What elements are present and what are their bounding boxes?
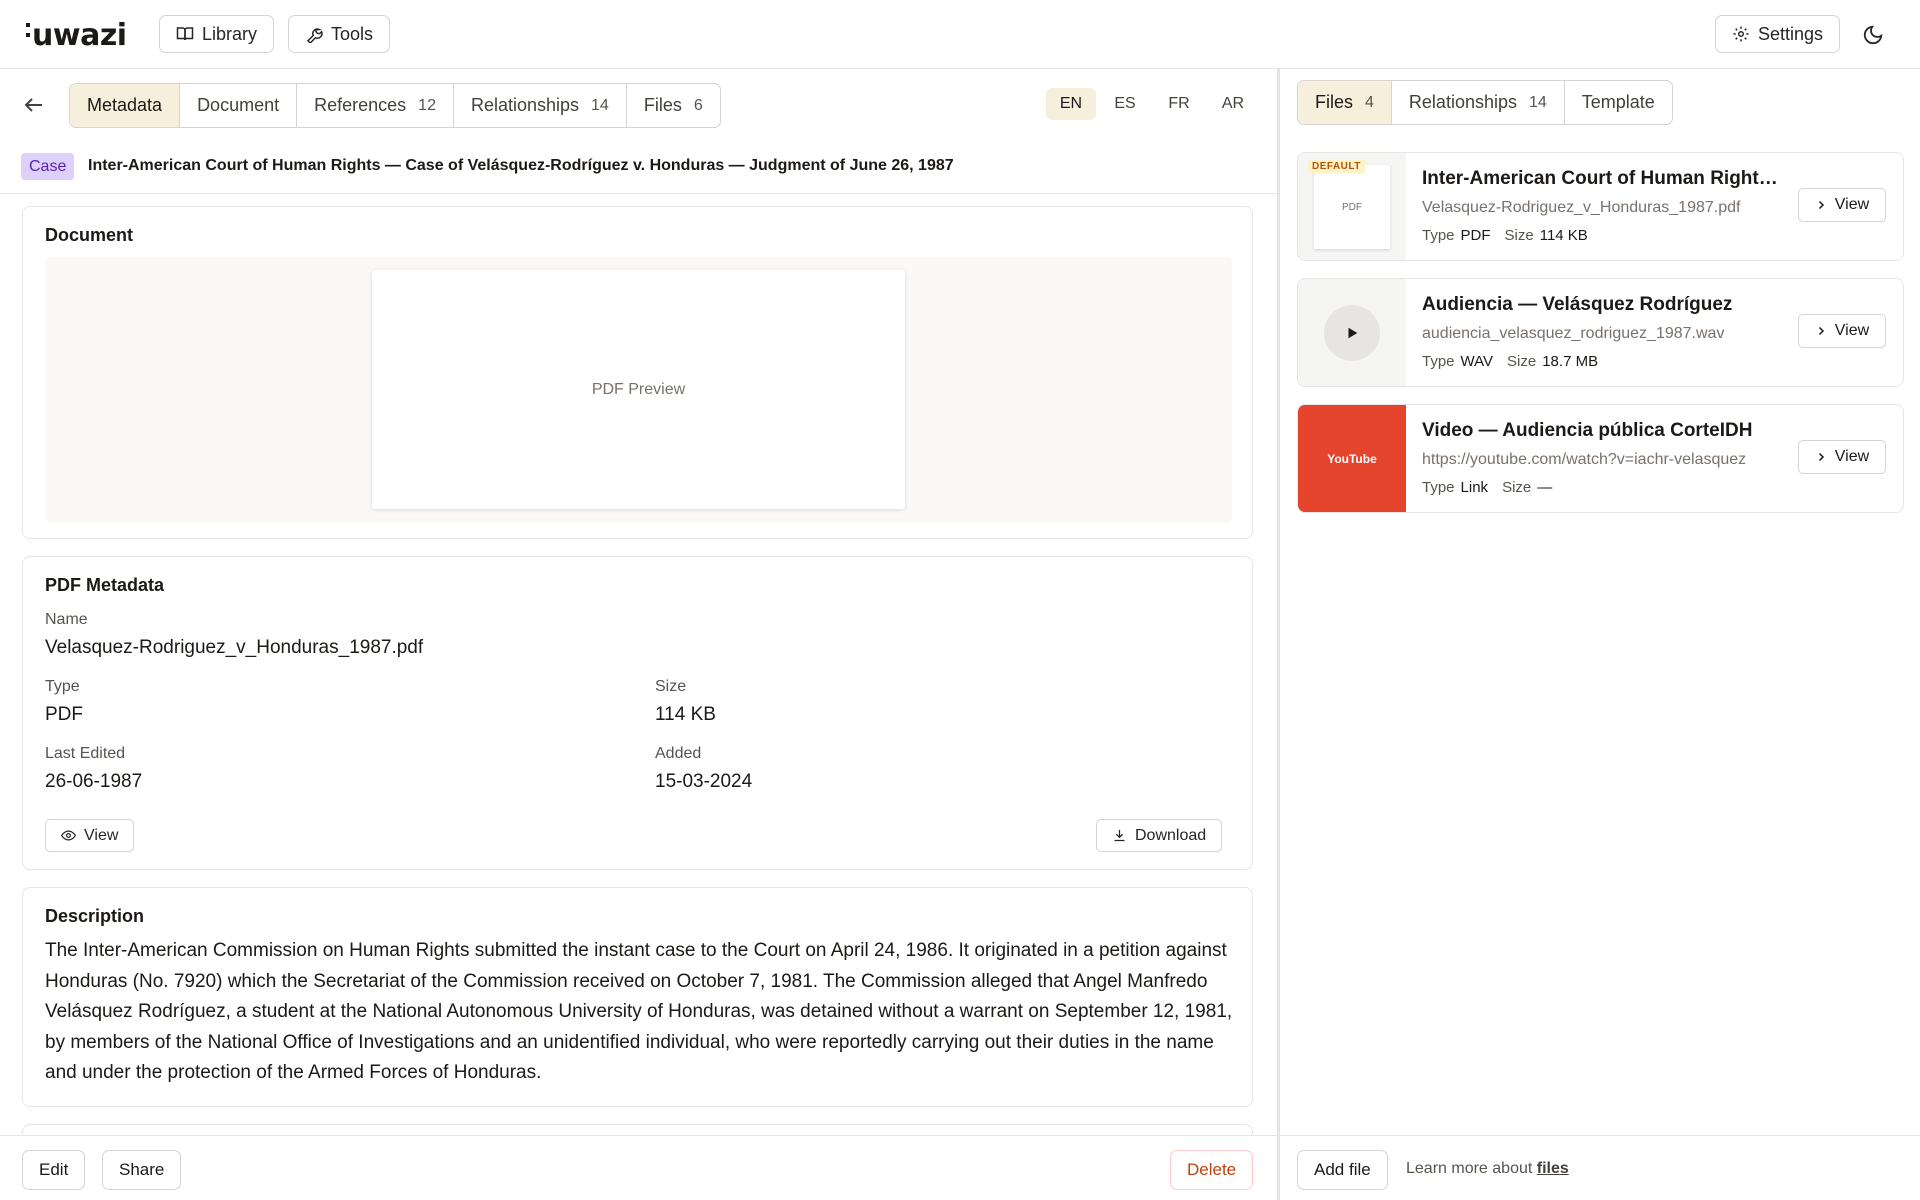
name-value: Velasquez-Rodriguez_v_Honduras_1987.pdf (45, 637, 424, 658)
tab-references[interactable]: References 12 (297, 84, 454, 127)
entity-title-bar: Case Inter-American Court of Human Right… (0, 145, 1277, 194)
lang-en[interactable]: EN (1046, 88, 1096, 120)
file-view-button[interactable]: View (1798, 440, 1886, 474)
tab-sidepanel-files[interactable]: Files 4 (1298, 81, 1392, 124)
file-card-pdf: DEFAULT PDF Inter-American Court of Huma… (1297, 152, 1904, 261)
file-thumbnail (1298, 279, 1406, 386)
file-meta: Type WAV Size 18.7 MB (1422, 353, 1599, 370)
relationships-count: 14 (591, 96, 609, 114)
file-filename: https://youtube.com/watch?v=iachr-velasq… (1422, 451, 1747, 468)
document-card: Document PDF Preview (22, 206, 1253, 539)
added-label: Added (655, 745, 702, 762)
added-value: 15-03-2024 (655, 771, 753, 792)
file-filename: Velasquez-Rodriguez_v_Honduras_1987.pdf (1422, 199, 1741, 216)
file-meta: Type PDF Size 114 KB (1422, 227, 1588, 244)
download-button[interactable]: Download (1096, 819, 1223, 852)
panel-divider[interactable] (1277, 69, 1280, 1200)
dark-mode-icon[interactable] (1862, 24, 1884, 46)
template-badge: Case (21, 153, 75, 180)
tab-relationships[interactable]: Relationships 14 (454, 84, 627, 127)
lang-fr[interactable]: FR (1154, 88, 1204, 120)
document-preview-area: PDF Preview (45, 257, 1232, 523)
file-view-button[interactable]: View (1798, 314, 1886, 348)
chevron-right-icon (1818, 200, 1824, 210)
files-count: 6 (693, 96, 703, 114)
play-icon (1348, 327, 1358, 339)
tab-sidepanel-relationships[interactable]: Relationships 14 (1392, 81, 1565, 124)
lang-ar[interactable]: AR (1208, 88, 1258, 120)
top-navbar: uwazi Library Tools Settings (0, 0, 1920, 69)
library-label: Library (202, 23, 258, 44)
uwazi-logo[interactable]: uwazi (26, 18, 127, 53)
play-button[interactable] (1324, 305, 1380, 361)
tools-button[interactable]: Tools (288, 15, 391, 53)
view-pdf-button[interactable]: View (45, 819, 135, 852)
settings-button[interactable]: Settings (1715, 15, 1841, 53)
share-button[interactable]: Share (102, 1150, 182, 1190)
delete-button[interactable]: Delete (1170, 1150, 1254, 1190)
tab-metadata[interactable]: Metadata (70, 84, 181, 127)
file-card-video: YouTube Video — Audiencia pública CorteI… (1297, 404, 1904, 513)
description-text: The Inter-American Commission on Human R… (45, 940, 1233, 1083)
entity-footer: Edit Share Delete (0, 1135, 1277, 1200)
type-value: PDF (45, 704, 83, 725)
sidepanel-relationships-count: 14 (1528, 93, 1547, 111)
type-label: Type (45, 678, 80, 695)
add-file-button[interactable]: Add file (1297, 1150, 1388, 1190)
size-value: 114 KB (655, 704, 716, 725)
sidepanel-tabs: Files 4 Relationships 14 Template (1297, 80, 1673, 125)
download-icon (1114, 829, 1125, 842)
description-heading: Description (45, 906, 145, 926)
entity-tabs: Metadata Document References 12 Relations… (69, 83, 721, 128)
pdf-metadata-card: PDF Metadata Name Velasquez-Rodriguez_v_… (22, 556, 1253, 870)
file-title: Inter-American Court of Human Rights — C… (1422, 168, 1782, 189)
default-badge: DEFAULT (1308, 160, 1365, 173)
file-title: Audiencia — Velásquez Rodríguez (1422, 294, 1733, 315)
tab-sidepanel-template[interactable]: Template (1565, 81, 1672, 124)
eye-icon (61, 830, 76, 841)
wrench-icon (306, 28, 323, 43)
chevron-right-icon (1818, 452, 1824, 462)
name-label: Name (45, 611, 88, 628)
language-switcher: EN ES FR AR (1046, 88, 1258, 120)
settings-label: Settings (1758, 23, 1824, 44)
last-edited-label: Last Edited (45, 745, 126, 762)
tab-document[interactable]: Document (180, 84, 298, 127)
chevron-right-icon (1818, 326, 1824, 336)
sidepanel-footer: Add file Learn more about files (1280, 1135, 1920, 1200)
file-card-audio: Audiencia — Velásquez Rodríguez audienci… (1297, 278, 1904, 387)
file-thumbnail: DEFAULT PDF (1298, 153, 1406, 260)
tools-label: Tools (331, 23, 374, 44)
description-card: Description The Inter-American Commissio… (22, 887, 1253, 1107)
references-count: 12 (418, 96, 436, 114)
youtube-thumbnail: YouTube (1298, 405, 1406, 512)
file-filename: audiencia_velasquez_rodriguez_1987.wav (1422, 325, 1725, 342)
library-button[interactable]: Library (159, 15, 275, 53)
last-edited-value: 26-06-1987 (45, 771, 143, 792)
sidepanel-files-count: 4 (1365, 93, 1374, 111)
gear-icon (1733, 26, 1749, 42)
pdf-preview[interactable]: PDF Preview (372, 270, 905, 509)
pdf-thumbnail: PDF (1314, 165, 1390, 249)
lang-es[interactable]: ES (1100, 88, 1150, 120)
document-heading: Document (45, 225, 134, 245)
book-icon (176, 27, 194, 41)
back-arrow-icon[interactable] (22, 93, 46, 117)
size-label: Size (655, 678, 687, 695)
file-view-button[interactable]: View (1798, 188, 1886, 222)
pdf-metadata-heading: PDF Metadata (45, 575, 165, 595)
file-title: Video — Audiencia pública CorteIDH (1422, 420, 1753, 441)
learn-more-link[interactable]: files (1537, 1160, 1569, 1177)
edit-button[interactable]: Edit (22, 1150, 86, 1190)
learn-more-text: Learn more about files (1406, 1160, 1569, 1177)
file-meta: Type Link Size — (1422, 479, 1553, 496)
entity-title: Inter-American Court of Human Rights — C… (88, 157, 954, 174)
tab-files[interactable]: Files 6 (627, 84, 720, 127)
